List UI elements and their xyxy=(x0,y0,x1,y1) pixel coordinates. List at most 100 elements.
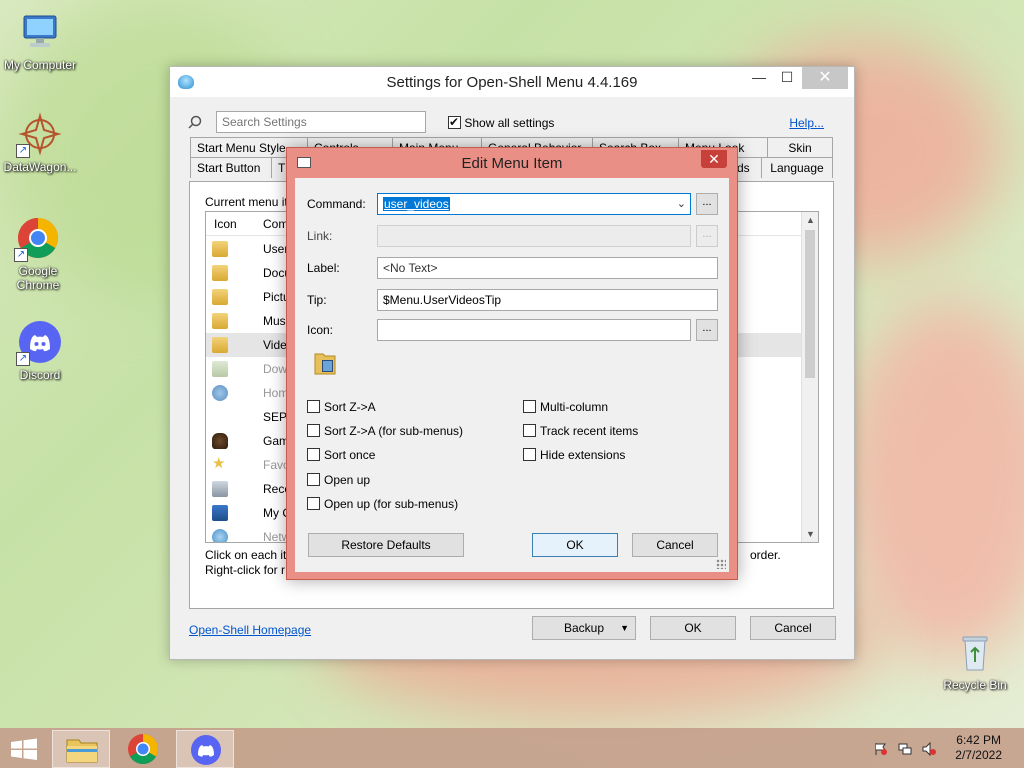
current-menu-label: Current menu it xyxy=(205,195,288,209)
column-header-icon[interactable]: Icon xyxy=(214,217,237,231)
windows-logo-icon xyxy=(11,738,37,760)
scrollbar-thumb[interactable] xyxy=(805,230,815,378)
sort-za-checkbox[interactable]: Sort Z->A xyxy=(307,400,376,414)
sort-za-submenus-checkbox[interactable]: Sort Z->A (for sub-menus) xyxy=(307,424,463,438)
network-icon[interactable] xyxy=(898,742,912,756)
window-titlebar[interactable]: Settings for Open-Shell Menu 4.4.169 — ☐… xyxy=(170,67,854,97)
open-up-submenus-checkbox[interactable]: Open up (for sub-menus) xyxy=(307,497,458,511)
show-all-label: Show all settings xyxy=(464,116,555,130)
edit-menu-item-dialog: Edit Menu Item ✕ Command: user_videos ⌄ … xyxy=(286,147,738,580)
shortcut-arrow-icon: ↗ xyxy=(14,248,28,262)
command-value: user_videos xyxy=(383,197,450,211)
monitor-icon xyxy=(18,10,62,54)
dropdown-arrow-icon: ▼ xyxy=(620,623,629,633)
dialog-body: Command: user_videos ⌄ ... Link: ... Lab… xyxy=(295,178,729,572)
clock-time: 6:42 PM xyxy=(956,733,1001,747)
icon-field[interactable] xyxy=(377,319,691,341)
videos-folder-icon xyxy=(313,348,337,376)
icon-label: Icon: xyxy=(307,323,334,337)
label-field[interactable]: <No Text> xyxy=(377,257,718,279)
tab-skin[interactable]: Skin xyxy=(767,137,833,158)
action-center-flag-icon[interactable] xyxy=(874,742,888,756)
close-button[interactable]: ✕ xyxy=(802,67,848,89)
desktop-icon-label: Discord xyxy=(19,368,61,382)
taskbar-clock[interactable]: 6:42 PM 2/7/2022 xyxy=(955,733,1002,763)
desktop-icon-label: My Computer xyxy=(3,58,77,72)
desktop-icon-recycle-bin[interactable]: Recycle Bin xyxy=(935,630,1015,692)
column-header-command[interactable]: Com xyxy=(263,217,288,231)
desktop-icon-label: Google Chrome xyxy=(16,264,60,292)
dialog-title: Edit Menu Item xyxy=(461,155,563,172)
hint-text-line2: Right-click for r xyxy=(205,563,286,577)
maximize-button[interactable]: ☐ xyxy=(772,69,802,91)
music-folder-icon xyxy=(212,313,228,329)
multi-column-checkbox[interactable]: Multi-column xyxy=(523,400,608,414)
folder-icon xyxy=(212,241,228,257)
desktop-icon-label: Recycle Bin xyxy=(943,678,1007,692)
cancel-button[interactable]: Cancel xyxy=(750,616,836,640)
label-label: Label: xyxy=(307,261,340,275)
hint-text-line1: Click on each it xyxy=(205,548,287,562)
desktop-icon-datawagon[interactable]: ↗ DataWagon... xyxy=(0,112,80,174)
scroll-up-arrow-icon[interactable]: ▲ xyxy=(802,215,818,225)
pictures-folder-icon xyxy=(212,289,228,305)
datawagon-icon: ↗ xyxy=(16,112,62,158)
hide-extensions-checkbox[interactable]: Hide extensions xyxy=(523,448,625,462)
link-browse-button: ... xyxy=(696,225,718,247)
chrome-icon: ↗ xyxy=(14,216,60,262)
desktop-icon-discord[interactable]: ↗ Discord xyxy=(0,320,80,382)
icon-browse-button[interactable]: ... xyxy=(696,319,718,341)
command-combobox[interactable]: user_videos ⌄ xyxy=(377,193,691,215)
homegroup-icon xyxy=(212,385,228,401)
documents-folder-icon xyxy=(212,265,228,281)
discord-icon xyxy=(191,735,221,765)
help-link[interactable]: Help... xyxy=(789,116,824,130)
folder-icon xyxy=(66,739,98,763)
dialog-ok-button[interactable]: OK xyxy=(532,533,618,557)
taskbar-discord[interactable] xyxy=(176,730,234,768)
volume-muted-icon[interactable] xyxy=(922,742,936,756)
tip-field[interactable]: $Menu.UserVideosTip xyxy=(377,289,718,311)
command-label: Command: xyxy=(307,197,366,211)
favorites-star-icon: ★ xyxy=(212,455,226,472)
clock-date: 2/7/2022 xyxy=(955,748,1002,762)
tab-language[interactable]: Language xyxy=(761,157,833,178)
search-icon xyxy=(188,115,202,129)
recycle-bin-icon xyxy=(953,630,997,674)
show-all-settings-checkbox[interactable]: Show all settings xyxy=(448,115,555,130)
dialog-cancel-button[interactable]: Cancel xyxy=(632,533,718,557)
scroll-down-arrow-icon[interactable]: ▼ xyxy=(802,529,818,539)
ok-button[interactable]: OK xyxy=(650,616,736,640)
resize-grip[interactable] xyxy=(716,559,726,569)
desktop-icon-my-computer[interactable]: My Computer xyxy=(0,10,80,72)
link-field xyxy=(377,225,691,247)
minimize-button[interactable]: — xyxy=(744,69,774,91)
shortcut-arrow-icon: ↗ xyxy=(16,352,30,366)
dialog-close-button[interactable]: ✕ xyxy=(701,150,727,168)
open-up-checkbox[interactable]: Open up xyxy=(307,473,370,487)
tip-label: Tip: xyxy=(307,293,327,307)
backup-label: Backup xyxy=(563,621,605,635)
vertical-scrollbar[interactable]: ▲ ▼ xyxy=(801,212,818,542)
backup-button[interactable]: Backup ▼ xyxy=(532,616,636,640)
taskbar-file-explorer[interactable] xyxy=(52,730,110,768)
search-input[interactable] xyxy=(216,111,426,133)
chevron-down-icon[interactable]: ⌄ xyxy=(677,197,686,210)
command-browse-button[interactable]: ... xyxy=(696,193,718,215)
open-shell-homepage-link[interactable]: Open-Shell Homepage xyxy=(189,623,311,637)
restore-defaults-button[interactable]: Restore Defaults xyxy=(308,533,464,557)
taskbar-chrome[interactable] xyxy=(114,730,172,768)
desktop-icon-chrome[interactable]: ↗ Google Chrome xyxy=(0,216,76,292)
sort-once-checkbox[interactable]: Sort once xyxy=(307,448,375,462)
games-icon xyxy=(212,433,228,449)
track-recent-items-checkbox[interactable]: Track recent items xyxy=(523,424,638,438)
discord-icon: ↗ xyxy=(16,320,62,366)
videos-folder-icon xyxy=(212,337,228,353)
start-button[interactable] xyxy=(0,730,48,768)
tab-start-button[interactable]: Start Button xyxy=(190,157,272,178)
downloads-folder-icon xyxy=(212,361,228,377)
recent-items-icon xyxy=(212,481,228,497)
chrome-icon xyxy=(128,734,159,765)
checkbox-checked[interactable] xyxy=(448,115,461,129)
computer-icon xyxy=(212,505,228,521)
